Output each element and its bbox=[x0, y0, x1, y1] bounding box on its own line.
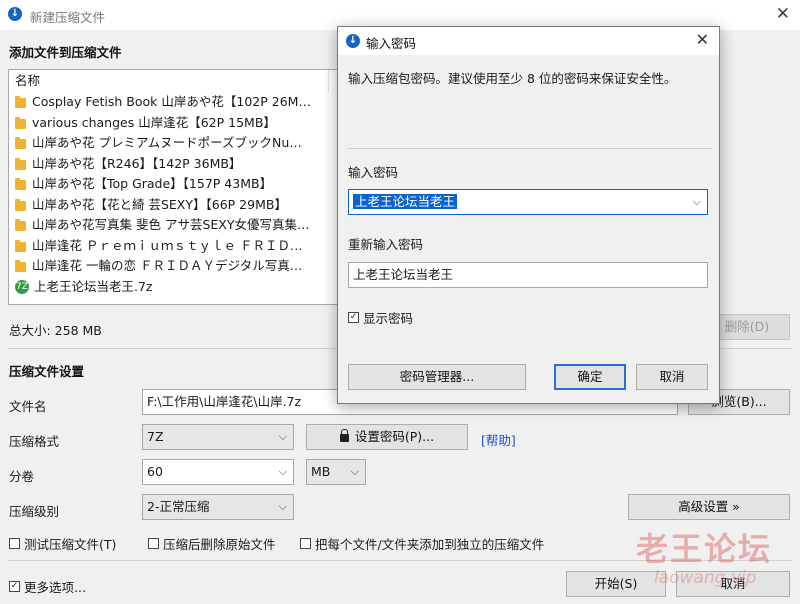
check-icon: ✓ bbox=[348, 312, 359, 323]
folder-icon bbox=[15, 137, 26, 149]
more-options-checkbox[interactable]: ✓ 更多选项... bbox=[9, 577, 86, 596]
start-button[interactable]: 开始(S) bbox=[566, 571, 666, 597]
file-list[interactable]: 名称 Cosplay Fetish Book 山岸あや花【102P 26M… v… bbox=[8, 69, 338, 305]
checkbox-box bbox=[300, 538, 311, 549]
folder-icon bbox=[15, 116, 26, 129]
compress-settings-heading: 压缩文件设置 bbox=[9, 364, 85, 379]
add-files-heading: 添加文件到压缩文件 bbox=[9, 45, 122, 60]
list-item-label: 上老王论坛当老王.7z bbox=[34, 278, 153, 294]
list-item[interactable]: 山岸あや花 プレミアムヌードポーズブックNu… bbox=[9, 133, 327, 154]
checkbox-label: 更多选项... bbox=[24, 580, 86, 595]
app-icon: ↓ bbox=[8, 7, 22, 21]
dialog-title: 输入密码 bbox=[366, 36, 417, 51]
folder-icon bbox=[15, 96, 26, 108]
chevron-down-icon: ⌵ bbox=[278, 465, 287, 478]
set-password-button[interactable]: 设置密码(P)... bbox=[306, 424, 468, 450]
delete-after-checkbox[interactable]: 压缩后删除原始文件 bbox=[148, 534, 276, 553]
close-icon[interactable]: ✕ bbox=[776, 4, 790, 24]
dialog-description: 输入压缩包密码。建议使用至少 8 位的密码来保证安全性。 bbox=[348, 71, 677, 86]
7z-archive-icon: 7Z bbox=[15, 279, 29, 294]
level-label: 压缩级别 bbox=[9, 504, 60, 519]
folder-icon bbox=[15, 198, 26, 211]
list-item-label: 山岸あや花【R246】【142P 36MB】 bbox=[32, 155, 242, 171]
list-item-label: 山岸逢花 Ｐｒｅｍｉｕｍｓｔｙｌｅ ＦＲＩＤ… bbox=[32, 237, 303, 253]
checkbox-box bbox=[148, 538, 159, 549]
show-password-checkbox[interactable]: ✓ 显示密码 bbox=[348, 308, 413, 327]
split-unit-value: MB bbox=[311, 464, 331, 479]
checkbox-label: 压缩后删除原始文件 bbox=[163, 537, 276, 552]
test-archive-checkbox[interactable]: 测试压缩文件(T) bbox=[9, 534, 116, 553]
list-item-label: 山岸あや花【花と綺 芸SEXY】【66P 29MB】 bbox=[32, 196, 287, 212]
set-password-label: 设置密码(P)... bbox=[354, 429, 435, 444]
split-unit-select[interactable]: MB ⌵ bbox=[306, 459, 366, 485]
split-size-input[interactable]: 60 ⌵ bbox=[142, 459, 294, 485]
folder-icon bbox=[15, 178, 26, 190]
list-item[interactable]: 山岸あや花【R246】【142P 36MB】 bbox=[9, 154, 327, 175]
app-icon: ↓ bbox=[346, 34, 360, 48]
reenter-password-input[interactable]: 上老王论坛当老王 bbox=[348, 262, 708, 288]
advanced-settings-button[interactable]: 高级设置 » bbox=[628, 494, 790, 520]
folder-icon bbox=[15, 239, 26, 252]
password-input[interactable]: 上老王论坛当老王 ⌵ bbox=[348, 189, 708, 215]
dialog-titlebar: ↓ 输入密码 ✕ bbox=[338, 27, 719, 55]
list-item-label: various changes 山岸逢花【62P 15MB】 bbox=[32, 114, 276, 130]
password-dialog: ↓ 输入密码 ✕ 输入压缩包密码。建议使用至少 8 位的密码来保证安全性。 输入… bbox=[337, 26, 720, 404]
window-title: 新建压缩文件 bbox=[30, 10, 106, 25]
list-item[interactable]: 山岸あや花【Top Grade】【157P 43MB】 bbox=[9, 174, 327, 195]
list-item[interactable]: 山岸逢花 Ｐｒｅｍｉｕｍｓｔｙｌｅ ＦＲＩＤ… bbox=[9, 236, 327, 257]
close-icon[interactable]: ✕ bbox=[696, 30, 709, 49]
watermark-logo: 老王论坛 bbox=[636, 530, 773, 568]
lock-icon bbox=[339, 429, 349, 442]
check-icon: ✓ bbox=[9, 581, 20, 592]
checkbox-box bbox=[9, 538, 20, 549]
ok-button[interactable]: 确定 bbox=[554, 364, 626, 390]
folder-icon bbox=[15, 260, 26, 272]
checkbox-label: 把每个文件/文件夹添加到独立的压缩文件 bbox=[315, 537, 545, 552]
format-label: 压缩格式 bbox=[9, 434, 60, 449]
checkbox-label: 测试压缩文件(T) bbox=[24, 537, 117, 552]
checkbox-label: 显示密码 bbox=[363, 311, 414, 326]
password-label: 输入密码 bbox=[348, 165, 399, 180]
list-item[interactable]: 山岸あや花【花と綺 芸SEXY】【66P 29MB】 bbox=[9, 195, 327, 216]
total-size: 总大小: 258 MB bbox=[9, 323, 102, 338]
reenter-password-label: 重新输入密码 bbox=[348, 237, 424, 252]
list-item[interactable]: 山岸逢花 一輪の恋 ＦＲＩＤＡＹデジタル写真… bbox=[9, 256, 327, 277]
password-manager-button[interactable]: 密码管理器... bbox=[348, 364, 526, 390]
list-item-label: 山岸あや花 プレミアムヌードポーズブックNu… bbox=[32, 135, 302, 150]
help-link[interactable]: [帮助] bbox=[481, 430, 516, 449]
chevron-down-icon: ⌵ bbox=[278, 500, 287, 513]
password-value: 上老王论坛当老王 bbox=[353, 194, 458, 209]
list-item[interactable]: various changes 山岸逢花【62P 15MB】 bbox=[9, 113, 327, 134]
list-item-label: 山岸あや花写真集 斐色 アサ芸SEXY女優写真集… bbox=[32, 217, 310, 232]
split-label: 分卷 bbox=[9, 469, 35, 484]
divider bbox=[348, 148, 712, 149]
list-item-label: Cosplay Fetish Book 山岸あや花【102P 26M… bbox=[32, 94, 311, 109]
folder-icon bbox=[15, 219, 26, 231]
split-size-value: 60 bbox=[147, 464, 163, 479]
level-value: 2-正常压缩 bbox=[147, 499, 210, 514]
separate-archives-checkbox[interactable]: 把每个文件/文件夹添加到独立的压缩文件 bbox=[300, 534, 544, 553]
folder-icon bbox=[15, 157, 26, 170]
level-select[interactable]: 2-正常压缩 ⌵ bbox=[142, 494, 294, 520]
watermark-url: laowang.vip bbox=[654, 568, 757, 588]
list-item-label: 山岸あや花【Top Grade】【157P 43MB】 bbox=[32, 176, 273, 191]
format-value: 7Z bbox=[147, 429, 164, 444]
list-item[interactable]: 山岸あや花写真集 斐色 アサ芸SEXY女優写真集… bbox=[9, 215, 327, 236]
chevron-down-icon[interactable]: ⌵ bbox=[693, 190, 701, 214]
column-header-name[interactable]: 名称 bbox=[9, 70, 329, 92]
list-item-label: 山岸逢花 一輪の恋 ＦＲＩＤＡＹデジタル写真… bbox=[32, 258, 303, 273]
list-item-archive[interactable]: 7Z 上老王论坛当老王.7z bbox=[9, 277, 327, 298]
chevron-down-icon: ⌵ bbox=[278, 430, 287, 443]
filename-label: 文件名 bbox=[9, 399, 47, 414]
list-item[interactable]: Cosplay Fetish Book 山岸あや花【102P 26M… bbox=[9, 92, 327, 113]
format-select[interactable]: 7Z ⌵ bbox=[142, 424, 294, 450]
chevron-down-icon: ⌵ bbox=[350, 465, 359, 478]
dialog-cancel-button[interactable]: 取消 bbox=[636, 364, 708, 390]
